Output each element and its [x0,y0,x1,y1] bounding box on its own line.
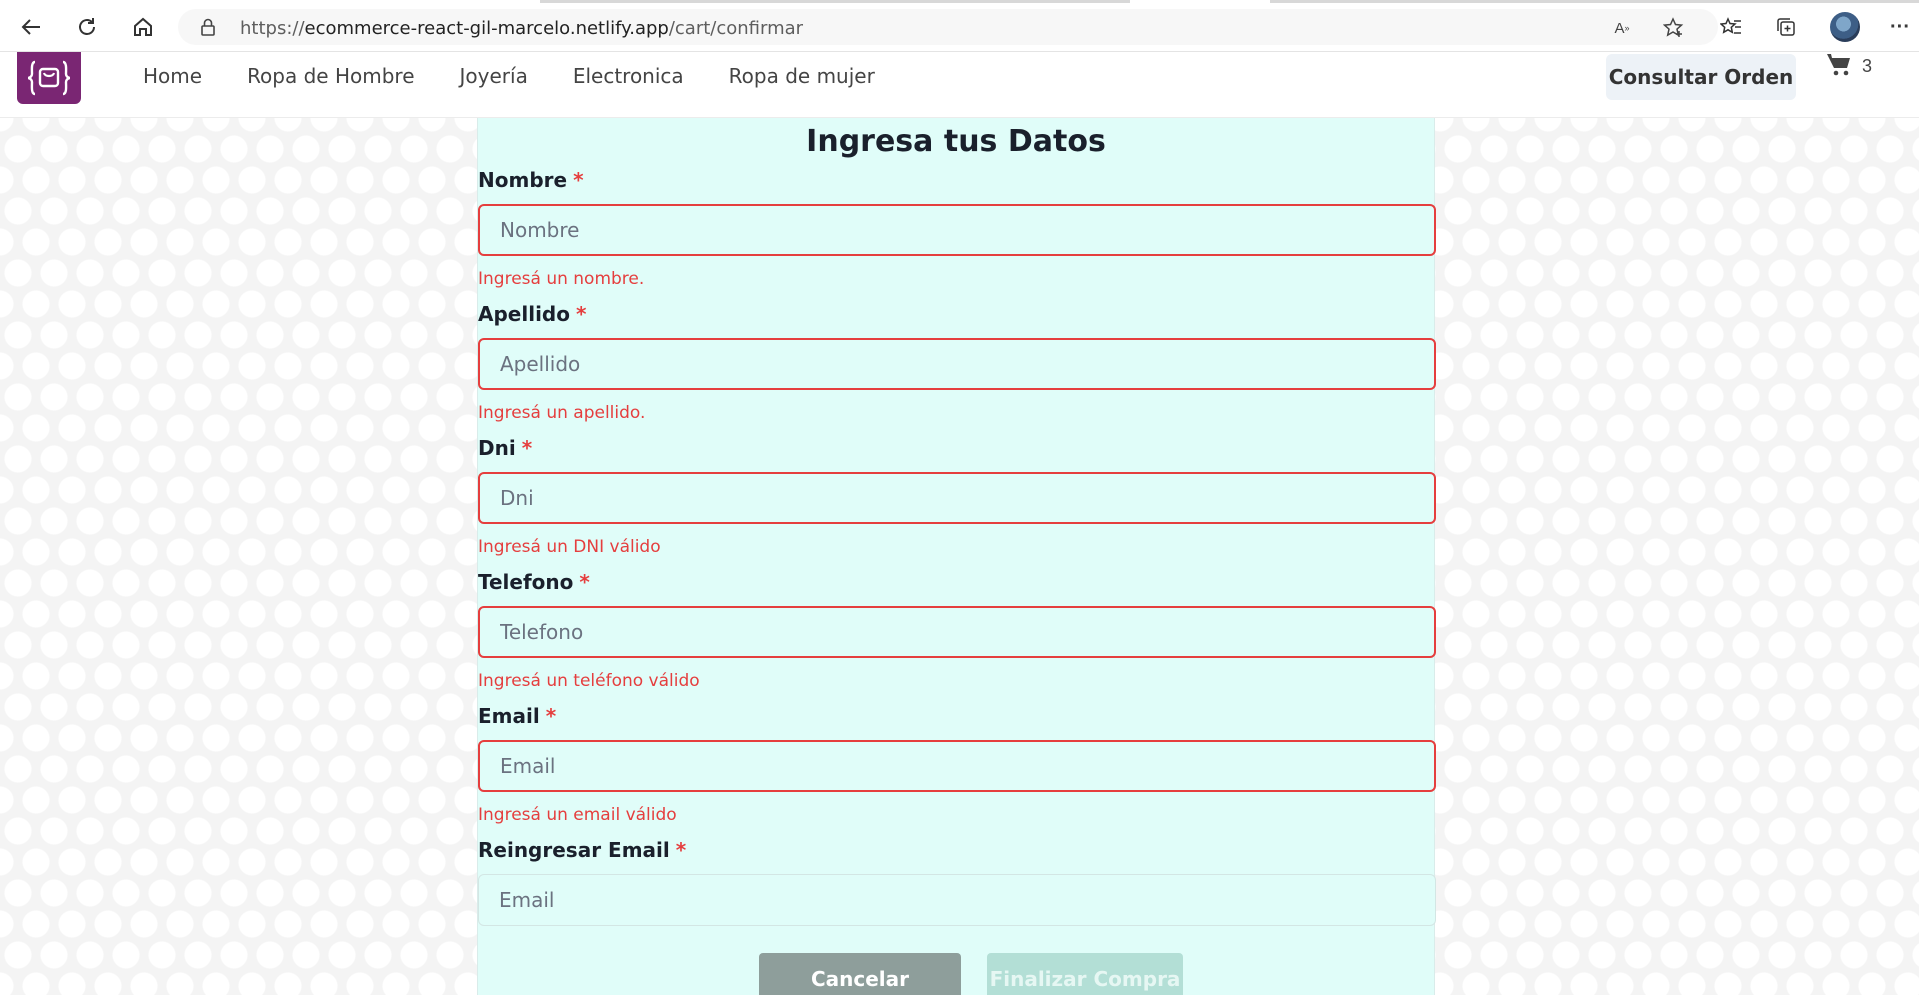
nombre-error: Ingresá un nombre. [478,269,645,289]
menu-item-electronica[interactable]: Electronica [573,64,684,88]
cart-widget[interactable]: 3 [1826,52,1872,83]
apellido-error: Ingresá un apellido. [478,403,646,423]
url-text[interactable]: https://ecommerce-react-gil-marcelo.netl… [240,18,803,39]
nombre-label: Nombre * [478,168,584,192]
nombre-input[interactable] [478,204,1436,256]
email-error: Ingresá un email válido [478,805,677,825]
telefono-input[interactable] [478,606,1436,658]
menu-item-joyeria[interactable]: Joyería [460,64,528,88]
dni-error: Ingresá un DNI válido [478,537,661,557]
cart-count-badge: 3 [1862,56,1873,76]
read-aloud-icon[interactable]: A» [1610,16,1634,40]
reload-icon[interactable] [70,10,104,44]
dni-label: Dni * [478,436,533,460]
cancel-button[interactable]: Cancelar [759,953,961,995]
apellido-input[interactable] [478,338,1436,390]
dni-input[interactable] [478,472,1436,524]
address-bar[interactable]: https://ecommerce-react-gil-marcelo.netl… [178,9,1718,45]
telefono-label: Telefono * [478,570,590,594]
menu-item-ropa-hombre[interactable]: Ropa de Hombre [247,64,414,88]
menu-item-home[interactable]: Home [143,64,202,88]
apellido-label: Apellido * [478,302,587,326]
main-menu: Home Ropa de Hombre Joyería Electronica … [143,64,875,88]
collections-icon[interactable] [1771,12,1801,42]
checkout-form: Ingresa tus Datos Nombre* Ingresá un nom… [477,118,1436,995]
form-title: Ingresa tus Datos [806,124,1106,159]
email-input[interactable] [478,740,1436,792]
reingresar-email-label: Reingresar Email * [478,838,687,862]
store-logo-icon[interactable] [17,52,81,104]
more-icon[interactable]: ··· [1885,12,1915,42]
email-label: Email * [478,704,557,728]
menu-item-ropa-mujer[interactable]: Ropa de mujer [729,64,875,88]
home-icon[interactable] [126,10,160,44]
browser-toolbar: https://ecommerce-react-gil-marcelo.netl… [0,0,1919,52]
shopping-cart-icon[interactable] [1826,52,1852,83]
finalizar-compra-button[interactable]: Finalizar Compra [987,953,1183,995]
lock-icon [200,18,216,41]
profile-avatar[interactable] [1830,12,1860,42]
reingresar-email-input[interactable] [478,874,1436,926]
telefono-error: Ingresá un teléfono válido [478,671,700,691]
consultar-orden-button[interactable]: Consultar Orden [1606,54,1796,100]
tab-indicator [540,0,1130,3]
tab-indicator [1270,0,1919,3]
favorites-icon[interactable] [1716,12,1746,42]
site-header: Home Ropa de Hombre Joyería Electronica … [0,52,1919,118]
add-favorite-icon[interactable] [1662,16,1686,40]
back-icon[interactable] [14,10,48,44]
